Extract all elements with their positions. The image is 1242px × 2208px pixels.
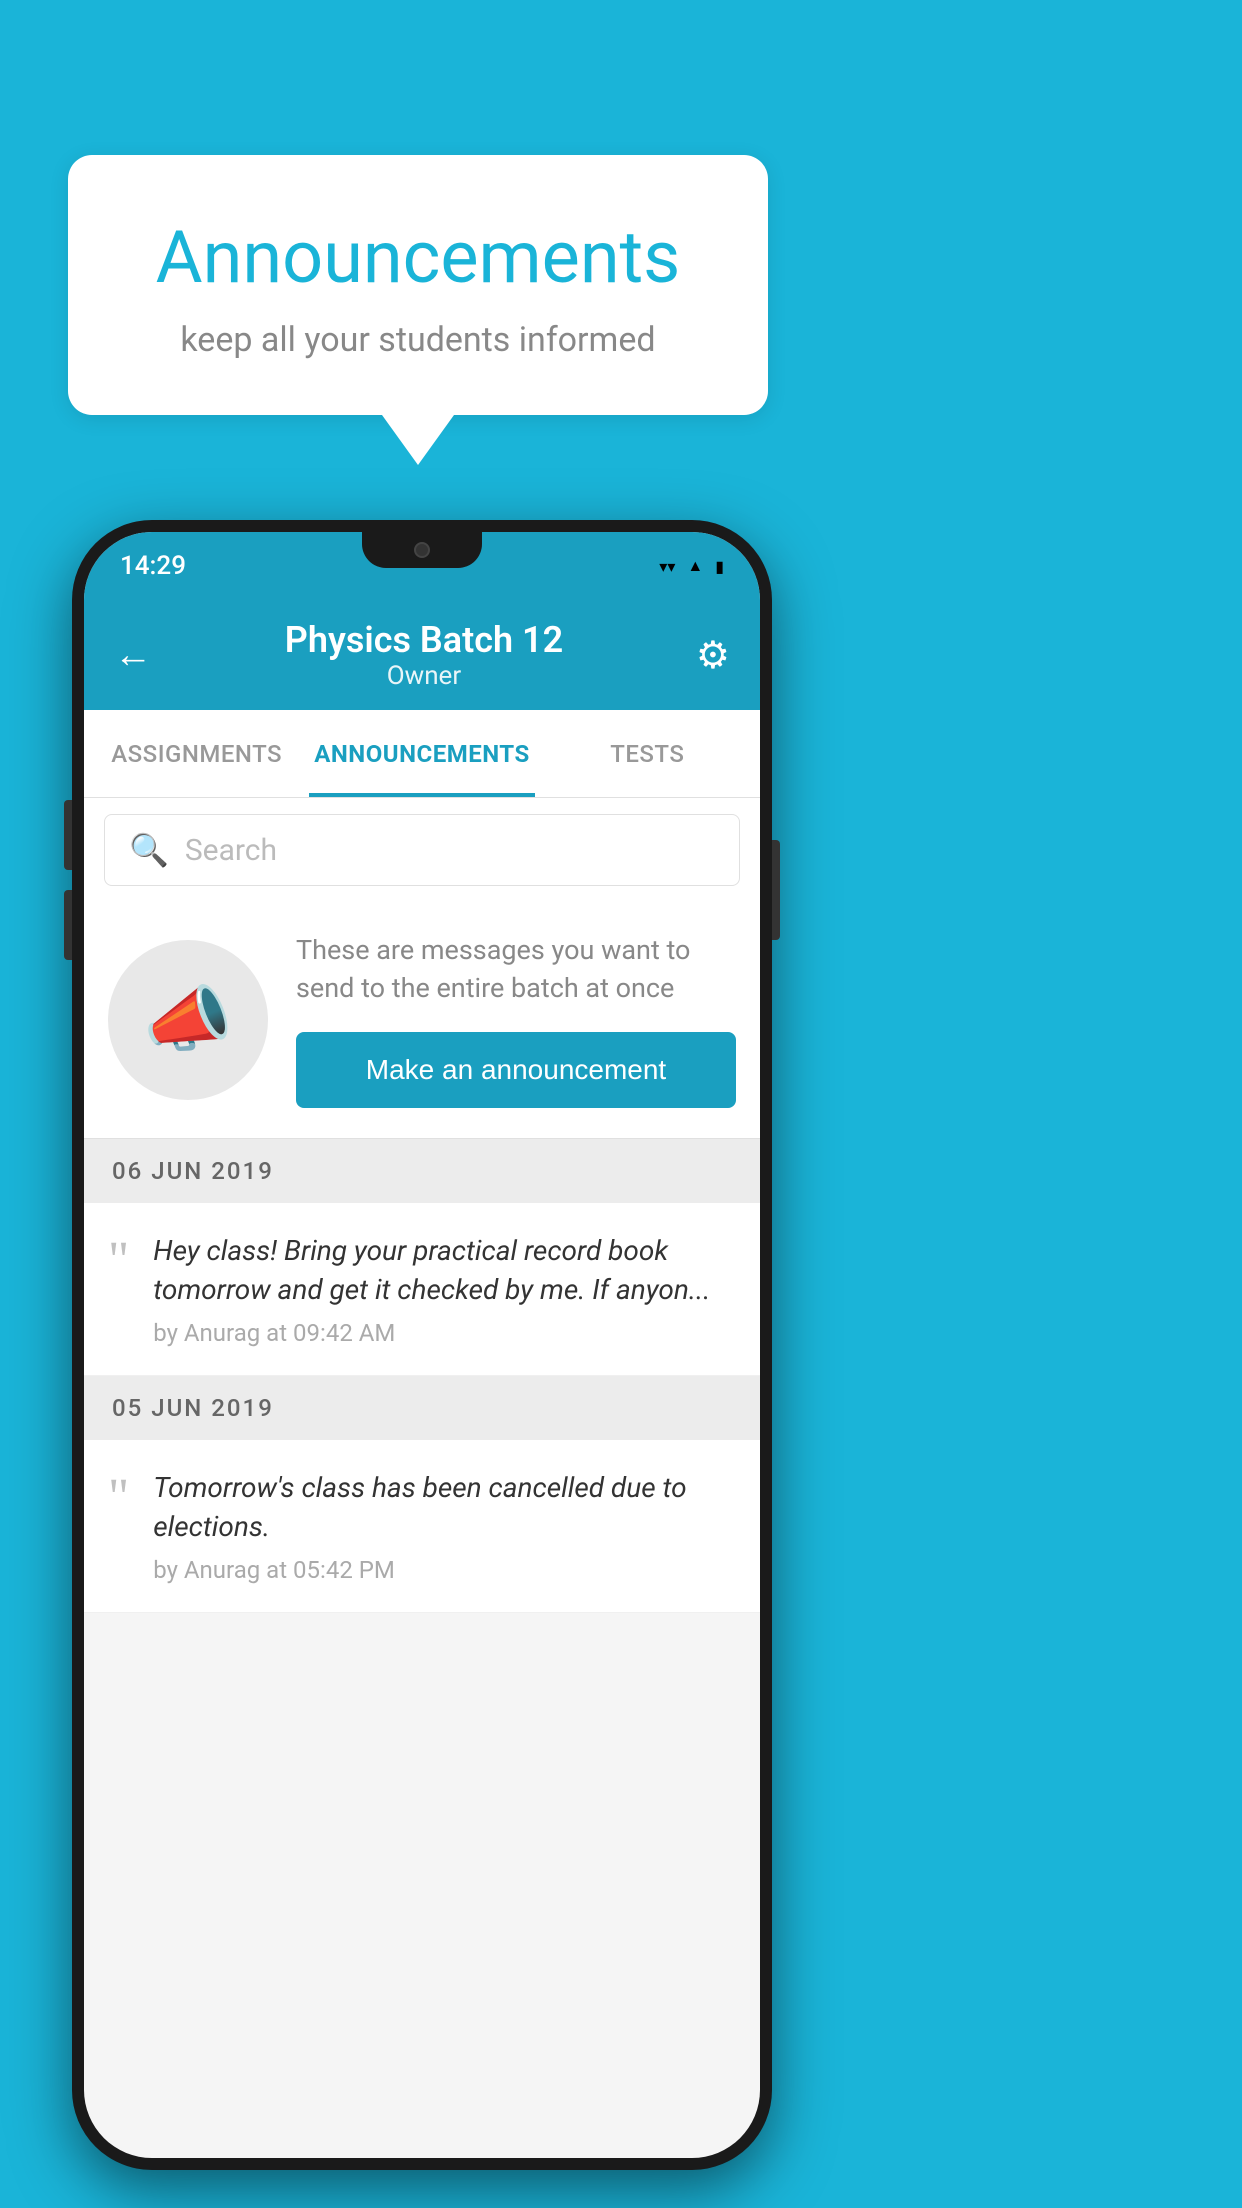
power-button [772, 840, 780, 940]
header-subtitle: Owner [285, 661, 563, 691]
app-header: ← Physics Batch 12 Owner ⚙ [84, 600, 760, 710]
search-icon: 🔍 [129, 831, 169, 869]
speech-bubble-wrapper: Announcements keep all your students inf… [68, 155, 768, 465]
header-title: Physics Batch 12 [285, 619, 563, 661]
status-icons: ▾▾ ▲ ▮ [659, 556, 724, 576]
announcement-item-2[interactable]: " Tomorrow's class has been cancelled du… [84, 1440, 760, 1613]
phone-screen: 14:29 ▾▾ ▲ ▮ ← Physics Batch 12 Owner ⚙ [84, 532, 760, 2158]
announcement-promo: 📣 These are messages you want to send to… [84, 902, 760, 1139]
megaphone-circle: 📣 [108, 940, 268, 1100]
date-separator-2: 05 JUN 2019 [84, 1376, 760, 1440]
phone-frame: 14:29 ▾▾ ▲ ▮ ← Physics Batch 12 Owner ⚙ [72, 520, 772, 2170]
phone-wrapper: 14:29 ▾▾ ▲ ▮ ← Physics Batch 12 Owner ⚙ [72, 520, 772, 2170]
wifi-icon: ▾▾ [659, 557, 675, 576]
back-button[interactable]: ← [114, 633, 152, 677]
header-title-block: Physics Batch 12 Owner [285, 619, 563, 691]
announcement-promo-description: These are messages you want to send to t… [296, 932, 736, 1008]
tabs-bar: ASSIGNMENTS ANNOUNCEMENTS TESTS [84, 710, 760, 798]
quote-icon-2: " [108, 1472, 129, 1524]
speech-bubble-subtitle: keep all your students informed [118, 320, 718, 360]
tab-announcements[interactable]: ANNOUNCEMENTS [309, 710, 534, 797]
volume-up-button [64, 800, 72, 870]
settings-icon[interactable]: ⚙ [696, 633, 730, 678]
search-container: 🔍 Search [84, 798, 760, 902]
speech-bubble-arrow [382, 415, 454, 465]
search-bar[interactable]: 🔍 Search [104, 814, 740, 886]
tab-assignments[interactable]: ASSIGNMENTS [84, 710, 309, 797]
announcement-meta-2: by Anurag at 05:42 PM [153, 1556, 736, 1584]
date-separator-1: 06 JUN 2019 [84, 1139, 760, 1203]
battery-icon: ▮ [715, 557, 724, 576]
announcement-content-2: Tomorrow's class has been cancelled due … [153, 1468, 736, 1584]
volume-down-button [64, 890, 72, 960]
tab-tests[interactable]: TESTS [535, 710, 760, 797]
announcement-meta-1: by Anurag at 09:42 AM [153, 1319, 736, 1347]
announcement-item-1[interactable]: " Hey class! Bring your practical record… [84, 1203, 760, 1376]
speech-bubble-card: Announcements keep all your students inf… [68, 155, 768, 415]
search-placeholder: Search [185, 833, 277, 868]
notch [362, 532, 482, 568]
signal-icon: ▲ [687, 556, 703, 576]
announcement-message-2: Tomorrow's class has been cancelled due … [153, 1468, 736, 1546]
status-bar: 14:29 ▾▾ ▲ ▮ [84, 532, 760, 600]
megaphone-icon: 📣 [143, 977, 233, 1062]
front-camera [414, 542, 430, 558]
make-announcement-button[interactable]: Make an announcement [296, 1032, 736, 1108]
status-time: 14:29 [120, 551, 186, 581]
announcement-message-1: Hey class! Bring your practical record b… [153, 1231, 736, 1309]
announcement-content-1: Hey class! Bring your practical record b… [153, 1231, 736, 1347]
announcement-promo-right: These are messages you want to send to t… [296, 932, 736, 1108]
speech-bubble-title: Announcements [118, 215, 718, 300]
quote-icon-1: " [108, 1235, 129, 1287]
